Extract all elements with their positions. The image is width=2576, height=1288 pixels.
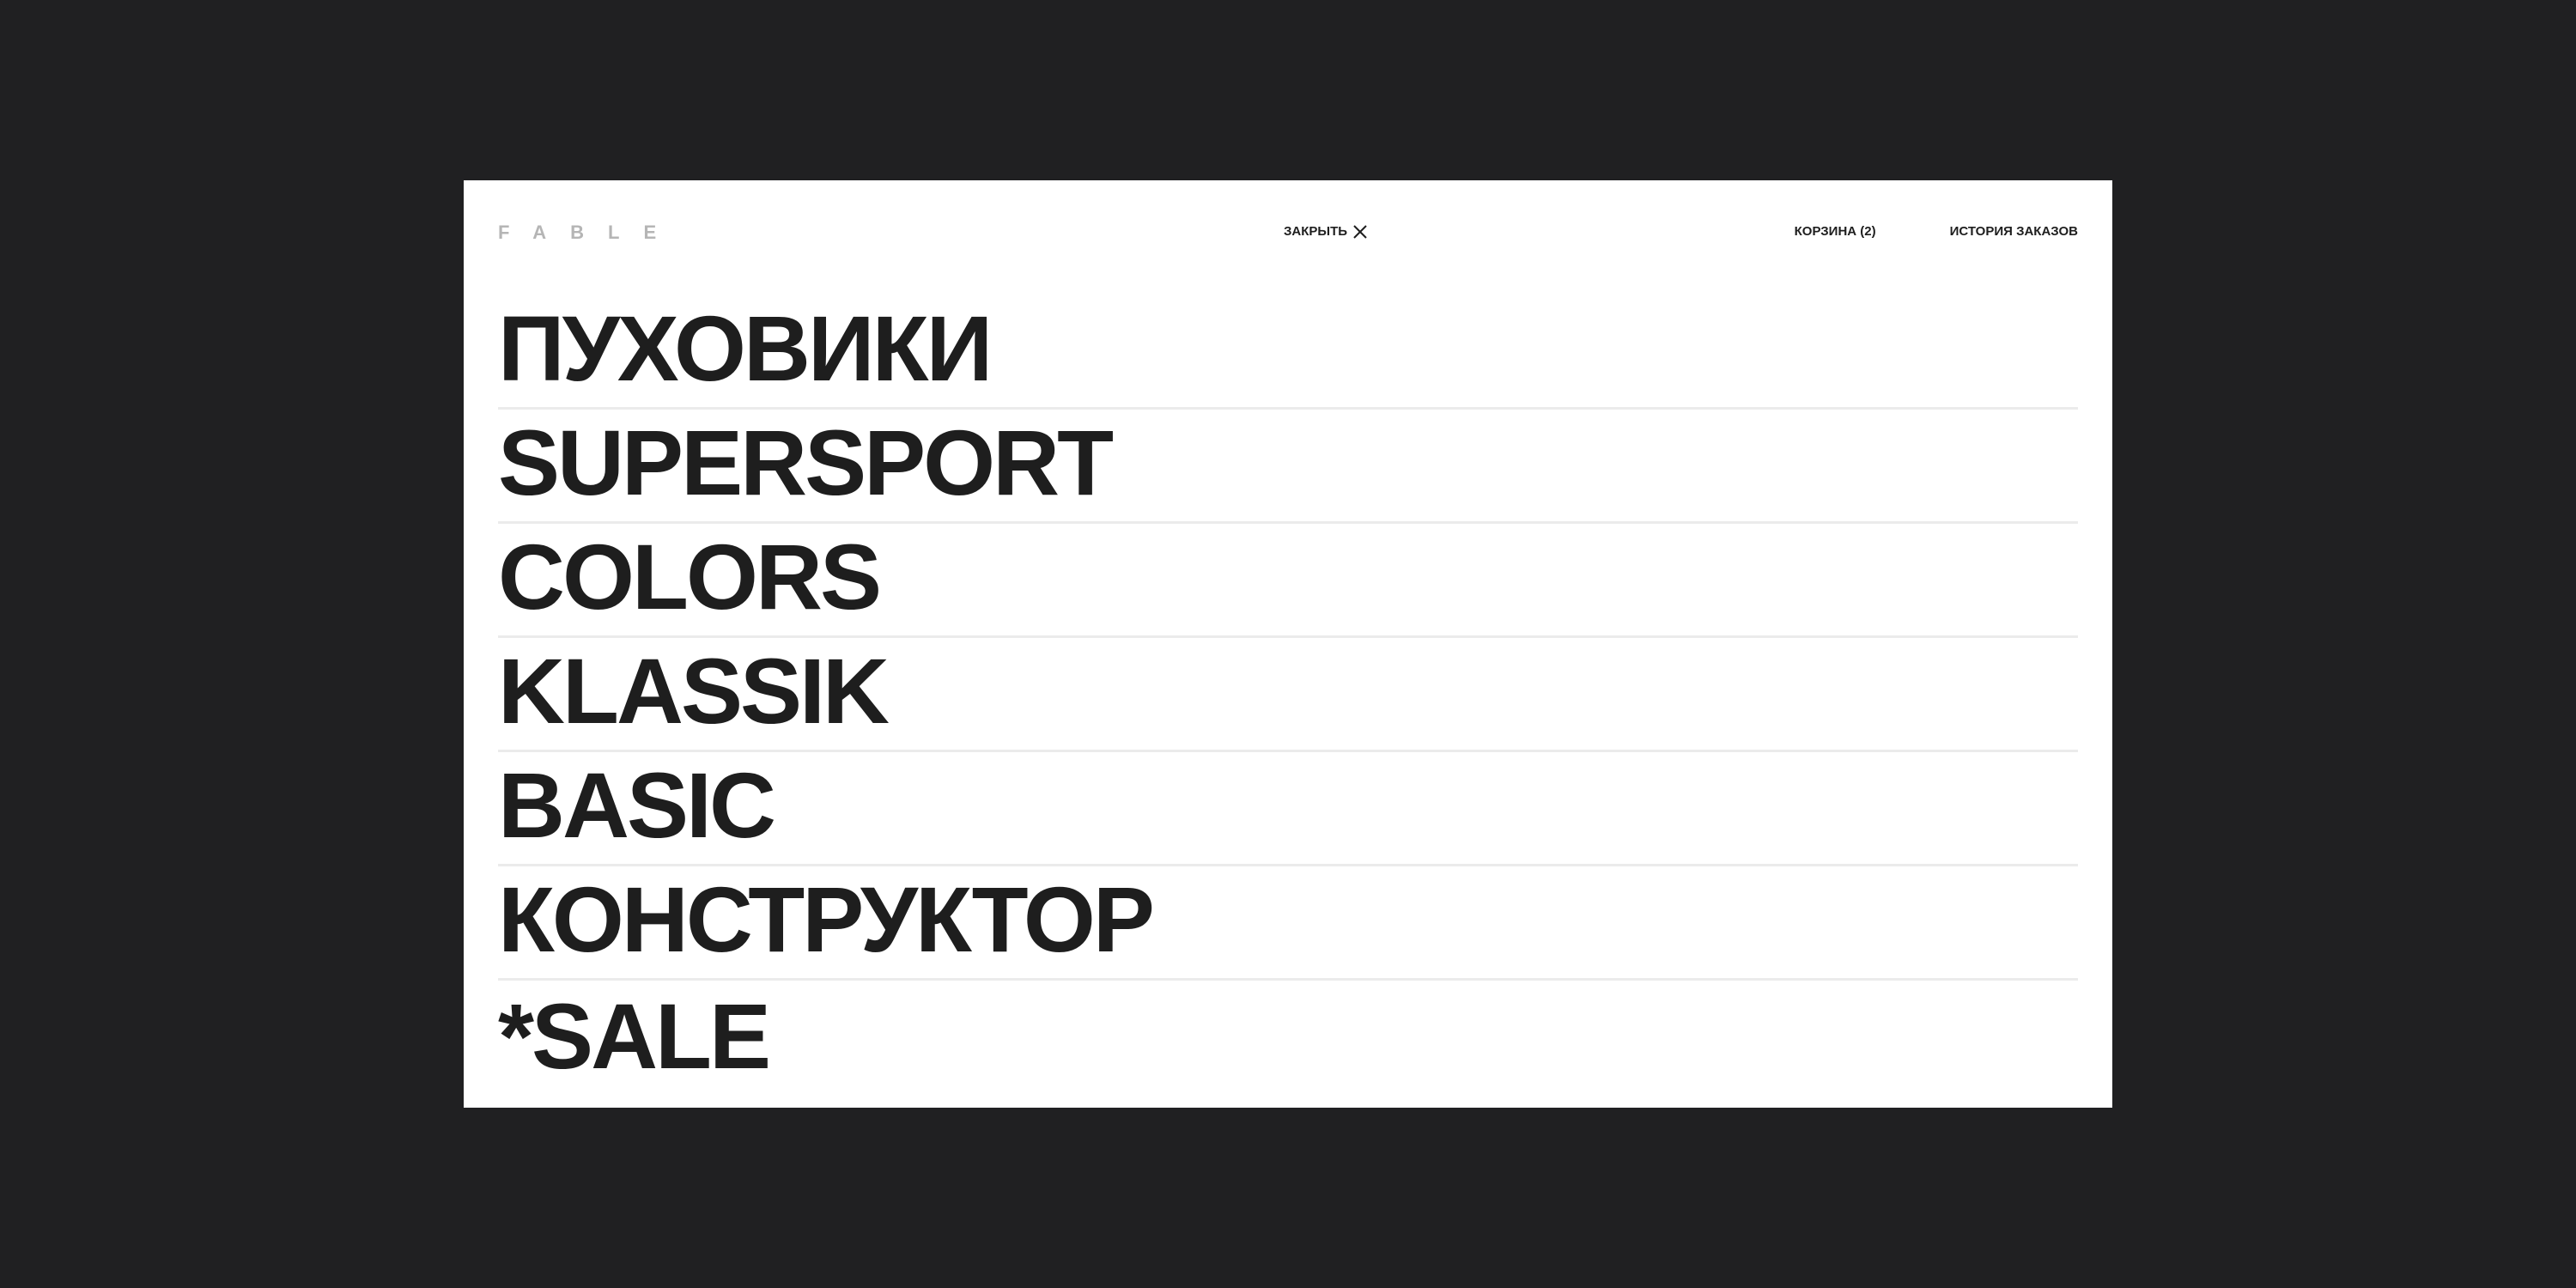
menu-item-down-jackets[interactable]: ПУХОВИКИ — [498, 295, 2078, 410]
category-menu: ПУХОВИКИ SUPERSPORT COLORS KLASSIK BASIC… — [498, 295, 2078, 1095]
menu-item-label: ПУХОВИКИ — [498, 296, 993, 400]
menu-item-label: SUPERSPORT — [498, 410, 1114, 514]
menu-item-label: KLASSIK — [498, 639, 890, 743]
menu-item-supersport[interactable]: SUPERSPORT — [498, 410, 2078, 524]
menu-item-label: COLORS — [498, 525, 882, 629]
menu-item-basic[interactable]: BASIC — [498, 752, 2078, 866]
menu-item-sale[interactable]: *SALE — [498, 981, 2078, 1095]
menu-panel: FABLE ЗАКРЫТЬ КОРЗИНА (2) ИСТОРИЯ ЗАКАЗО… — [464, 180, 2112, 1108]
close-button[interactable]: ЗАКРЫТЬ — [1284, 223, 1368, 240]
menu-item-label: BASIC — [498, 753, 776, 857]
logo[interactable]: FABLE — [498, 223, 680, 242]
menu-item-label: КОНСТРУКТОР — [498, 867, 1155, 971]
menu-item-klassik[interactable]: KLASSIK — [498, 638, 2078, 752]
menu-item-colors[interactable]: COLORS — [498, 524, 2078, 638]
header: FABLE ЗАКРЫТЬ КОРЗИНА (2) ИСТОРИЯ ЗАКАЗО… — [498, 215, 2078, 249]
close-label: ЗАКРЫТЬ — [1284, 224, 1348, 239]
order-history-link[interactable]: ИСТОРИЯ ЗАКАЗОВ — [1950, 223, 2078, 240]
header-nav: КОРЗИНА (2) ИСТОРИЯ ЗАКАЗОВ — [1795, 223, 2078, 240]
menu-item-label: *SALE — [498, 984, 771, 1088]
cart-link[interactable]: КОРЗИНА (2) — [1795, 223, 1876, 240]
menu-item-constructor[interactable]: КОНСТРУКТОР — [498, 866, 2078, 981]
close-icon — [1352, 224, 1368, 240]
